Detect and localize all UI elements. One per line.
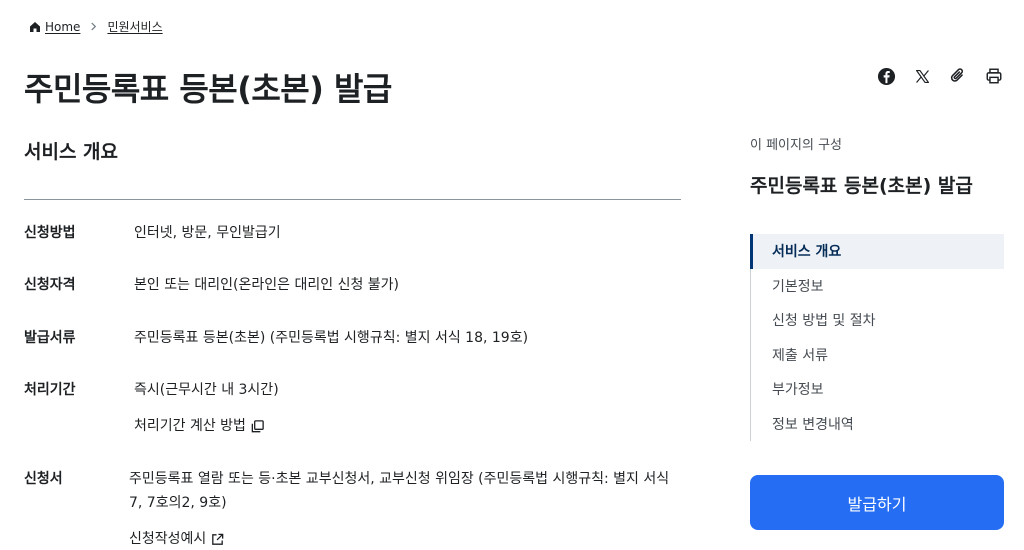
toc-item-method-procedure[interactable]: 신청 방법 및 절차: [751, 303, 1004, 338]
toc-title: 주민등록표 등본(초본) 발급: [750, 175, 973, 197]
page-title: 주민등록표 등본(초본) 발급: [24, 70, 392, 108]
info-value-group: 주민등록표 열람 또는 등·초본 교부신청서, 교부신청 위임장 (주민등록법 …: [129, 467, 684, 550]
chevron-right-icon: [90, 22, 97, 31]
info-value: 인터넷, 방문, 무인발급기: [134, 225, 281, 241]
info-row-method: 신청방법 인터넷, 방문, 무인발급기: [24, 221, 684, 245]
facebook-icon[interactable]: [876, 66, 896, 86]
toc-list: 서비스 개요 기본정보 신청 방법 및 절차 제출 서류 부가정보 정보 변경내…: [750, 234, 1004, 441]
info-value: 즉시(근무시간 내 3시간): [134, 382, 279, 398]
toc-item-additional-info[interactable]: 부가정보: [751, 372, 1004, 407]
info-label: 처리기간: [24, 382, 76, 398]
toc-item-change-history[interactable]: 정보 변경내역: [751, 407, 1004, 442]
home-icon: [29, 21, 41, 33]
info-value: 본인 또는 대리인(온라인은 대리인 신청 불가): [134, 277, 400, 293]
share-toolbar: [876, 66, 1004, 86]
issue-button[interactable]: 발급하기: [750, 475, 1004, 530]
info-value: 주민등록표 열람 또는 등·초본 교부신청서, 교부신청 위임장 (주민등록법 …: [129, 471, 670, 511]
info-value: 주민등록표 등본(초본) (주민등록법 시행규칙: 별지 서식 18, 19호): [134, 330, 529, 346]
info-label: 발급서류: [24, 330, 76, 346]
info-label: 신청서: [24, 471, 63, 487]
breadcrumb: Home 민원서비스: [29, 18, 163, 35]
toc-item-basic-info[interactable]: 기본정보: [751, 269, 1004, 304]
section-divider: [24, 199, 681, 200]
toc-item-overview[interactable]: 서비스 개요: [750, 234, 1004, 269]
x-icon[interactable]: [912, 66, 932, 86]
copy-window-icon: [250, 419, 265, 434]
print-icon[interactable]: [984, 66, 1004, 86]
info-value-group: 즉시(근무시간 내 3시간) 처리기간 계산 방법: [134, 378, 684, 438]
info-row-application-form: 신청서 주민등록표 열람 또는 등·초본 교부신청서, 교부신청 위임장 (주민…: [24, 467, 684, 550]
processing-time-calc-link[interactable]: 처리기간 계산 방법: [134, 414, 265, 438]
info-row-documents: 발급서류 주민등록표 등본(초본) (주민등록법 시행규칙: 별지 서식 18,…: [24, 326, 684, 350]
breadcrumb-current-link[interactable]: 민원서비스: [107, 18, 162, 35]
toc-caption: 이 페이지의 구성: [750, 138, 842, 153]
info-row-processing-time: 처리기간 즉시(근무시간 내 3시간) 처리기간 계산 방법: [24, 378, 684, 438]
application-example-label: 신청작성예시: [129, 531, 207, 547]
processing-time-calc-label: 처리기간 계산 방법: [134, 418, 246, 434]
link-icon[interactable]: [948, 66, 968, 86]
application-example-link[interactable]: 신청작성예시: [129, 527, 225, 550]
toc-item-documents[interactable]: 제출 서류: [751, 338, 1004, 373]
section-title: 서비스 개요: [24, 141, 119, 163]
info-label: 신청방법: [24, 225, 76, 241]
breadcrumb-home-link[interactable]: Home: [45, 20, 80, 34]
info-label: 신청자격: [24, 277, 76, 293]
info-row-eligibility: 신청자격 본인 또는 대리인(온라인은 대리인 신청 불가): [24, 273, 684, 297]
external-link-icon: [210, 532, 225, 547]
